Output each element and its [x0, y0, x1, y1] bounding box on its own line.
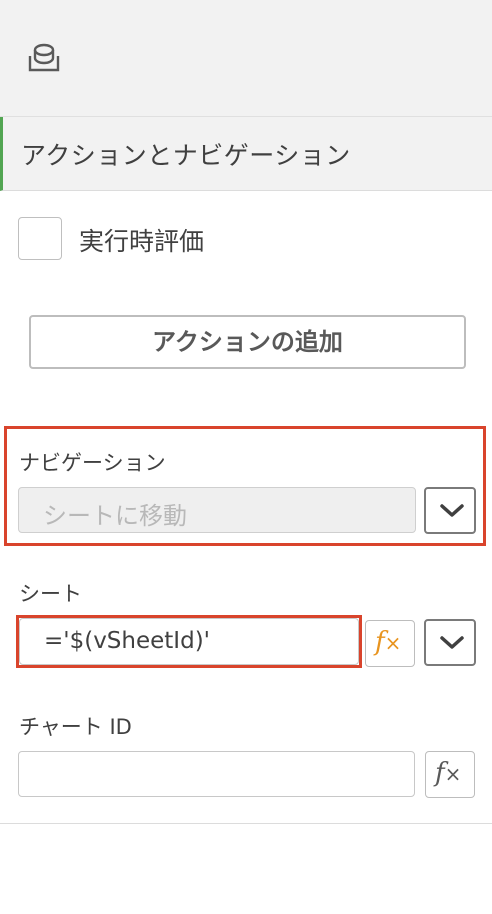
section-title: アクションとナビゲーション: [21, 141, 351, 170]
evaluate-at-runtime-checkbox[interactable]: [18, 217, 62, 260]
database-icon[interactable]: [24, 38, 64, 78]
navigation-dropdown-button[interactable]: [424, 487, 476, 534]
navigation-select[interactable]: シートに移動: [18, 487, 416, 533]
function-fx-icon: f×: [375, 627, 402, 657]
add-action-button[interactable]: アクションの追加: [29, 315, 466, 369]
panel-top-bar: [0, 0, 492, 117]
bottom-divider: [0, 823, 492, 824]
chart-id-input[interactable]: [18, 751, 415, 797]
sheet-fx-button[interactable]: f×: [365, 620, 415, 667]
actions-navigation-section-header[interactable]: アクションとナビゲーション: [0, 117, 492, 191]
function-fx-icon: f×: [435, 758, 462, 788]
sheet-expression-value: ='$(vSheetId)': [44, 628, 210, 654]
navigation-selected-value: シートに移動: [43, 502, 187, 530]
chevron-down-icon: [440, 504, 464, 517]
chart-id-fx-button[interactable]: f×: [425, 751, 475, 798]
sheet-dropdown-button[interactable]: [424, 619, 476, 666]
chart-id-label: チャート ID: [19, 715, 132, 739]
navigation-label: ナビゲーション: [19, 451, 166, 475]
evaluate-at-runtime-label: 実行時評価: [79, 227, 205, 256]
chevron-down-icon: [440, 636, 464, 649]
sheet-expression-input[interactable]: ='$(vSheetId)': [19, 618, 359, 665]
sheet-label: シート: [19, 582, 82, 606]
